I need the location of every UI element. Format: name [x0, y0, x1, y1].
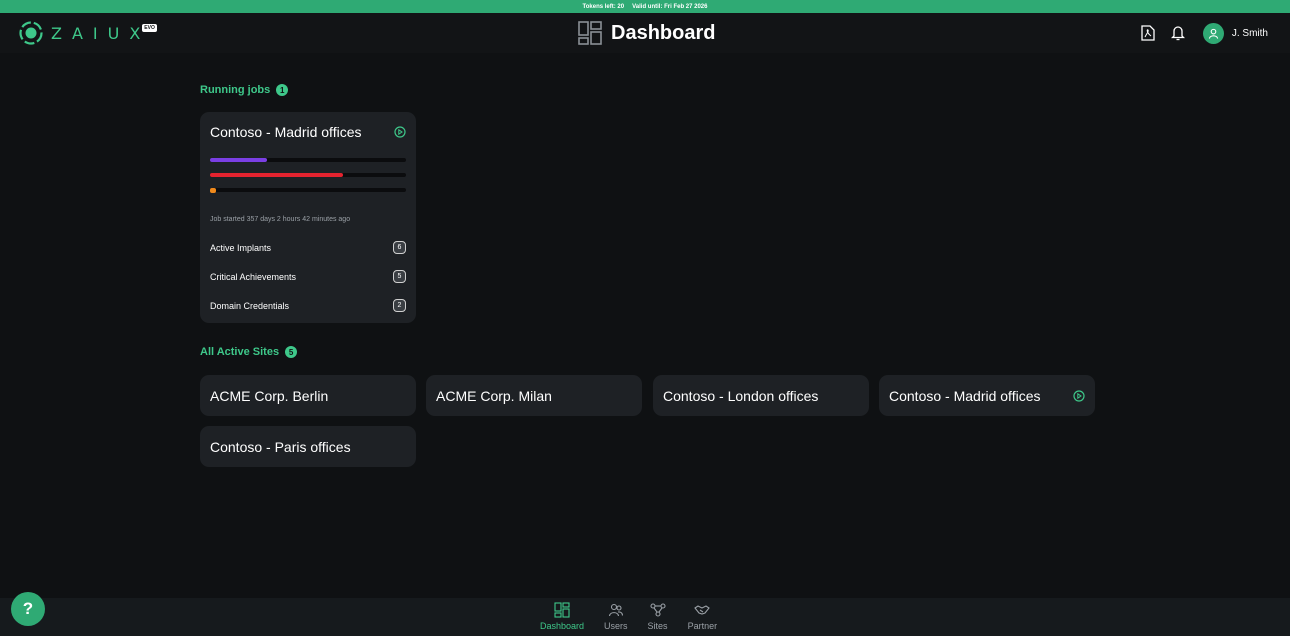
- dashboard-icon: [578, 21, 602, 45]
- running-jobs-heading: Running jobs 1: [200, 84, 289, 96]
- progress-fill: [210, 187, 216, 193]
- stat-label: Domain Credentials: [210, 300, 290, 311]
- stat-label: Active Implants: [210, 242, 272, 253]
- progress-bar-purple: [210, 158, 406, 162]
- job-title-row: Contoso - Madrid offices: [210, 124, 406, 140]
- progress-fill: [210, 158, 267, 162]
- site-name: Contoso - London offices: [663, 387, 819, 404]
- site-card[interactable]: Contoso - Paris offices: [200, 426, 416, 467]
- running-jobs-title: Running jobs: [200, 84, 271, 96]
- active-sites-heading: All Active Sites 5: [200, 346, 298, 358]
- page-title: Dashboard: [611, 21, 716, 44]
- running-jobs-count: 1: [276, 84, 289, 96]
- stat-row-domain-credentials[interactable]: Domain Credentials 2: [210, 299, 406, 312]
- users-icon: [608, 603, 623, 617]
- stat-count-badge: 2: [393, 299, 406, 312]
- progress-bar-orange: [210, 187, 406, 193]
- nav-label: Partner: [687, 621, 718, 631]
- site-card[interactable]: ACME Corp. Berlin: [200, 375, 416, 416]
- sites-icon: [649, 603, 666, 617]
- nav-item-partner[interactable]: Partner: [687, 602, 718, 631]
- progress-fill: [210, 173, 344, 177]
- site-card[interactable]: Contoso - London offices: [653, 375, 869, 416]
- logo-edition-badge: EVO: [142, 24, 157, 32]
- tokens-left-text: Tokens left: 20: [582, 3, 625, 10]
- nav-label: Sites: [647, 621, 668, 631]
- job-started-text: Job started 357 days 2 hours 42 minutes …: [210, 216, 351, 223]
- nav-item-users[interactable]: Users: [604, 602, 628, 631]
- site-name: Contoso - Madrid offices: [889, 387, 1041, 404]
- active-sites-title: All Active Sites: [200, 346, 280, 358]
- valid-until-text: Valid until: Fri Feb 27 2026: [632, 3, 708, 10]
- nav-label: Dashboard: [540, 621, 585, 631]
- nav-label: Users: [604, 621, 628, 631]
- app-logo[interactable]: ZAIUX EVO: [19, 21, 157, 45]
- license-banner: Tokens left: 20 Valid until: Fri Feb 27 …: [0, 0, 1290, 13]
- site-name: Contoso - Paris offices: [210, 438, 351, 455]
- dashboard-icon: [554, 602, 570, 618]
- site-name: ACME Corp. Berlin: [210, 387, 329, 404]
- stat-row-active-implants[interactable]: Active Implants 6: [210, 241, 406, 254]
- site-card[interactable]: Contoso - Madrid offices: [879, 375, 1095, 416]
- user-avatar-icon[interactable]: [1202, 22, 1224, 44]
- username[interactable]: J. Smith: [1232, 28, 1268, 39]
- play-circle-icon[interactable]: [394, 126, 406, 138]
- page-title-group: Dashboard: [578, 21, 715, 45]
- stat-count-badge: 6: [393, 241, 406, 254]
- job-name: Contoso - Madrid offices: [210, 124, 362, 140]
- nav-item-dashboard[interactable]: Dashboard: [540, 602, 584, 631]
- help-button[interactable]: ?: [11, 592, 45, 626]
- nav-item-sites[interactable]: Sites: [648, 602, 668, 631]
- active-sites-count: 5: [285, 346, 298, 358]
- pdf-report-icon[interactable]: [1137, 22, 1159, 44]
- play-circle-icon[interactable]: [1073, 389, 1085, 402]
- stat-label: Critical Achievements: [210, 271, 297, 282]
- bottom-nav: Dashboard Users Sites Partner: [540, 602, 737, 631]
- bell-icon[interactable]: [1167, 22, 1189, 44]
- handshake-icon: [694, 605, 711, 615]
- header-actions: J. Smith: [1137, 22, 1268, 44]
- progress-bar-red: [210, 173, 406, 177]
- zaiux-logo-icon: [19, 21, 43, 45]
- site-name: ACME Corp. Milan: [436, 387, 552, 404]
- stat-row-critical-achievements[interactable]: Critical Achievements 5: [210, 270, 406, 283]
- job-card[interactable]: Contoso - Madrid offices Job started 357…: [200, 112, 416, 323]
- app-header: ZAIUX EVO Dashboard J. Smith: [0, 13, 1290, 53]
- stat-count-badge: 5: [393, 270, 406, 283]
- site-card[interactable]: ACME Corp. Milan: [426, 375, 642, 416]
- logo-wordmark: ZAIUX: [51, 23, 151, 43]
